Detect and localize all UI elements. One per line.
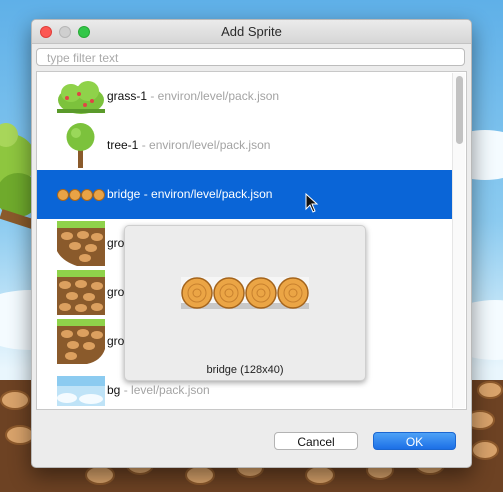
list-item[interactable]: tree-1 - environ/level/pack.json — [37, 121, 453, 170]
sprite-label: gro — [107, 285, 125, 299]
sky-background-sprite-icon — [57, 376, 105, 406]
filter-input[interactable]: type filter text — [36, 48, 465, 66]
ground-slope-sprite-icon — [57, 319, 105, 364]
list-scrollbar[interactable] — [452, 73, 465, 408]
sprite-label: tree-1 - environ/level/pack.json — [107, 138, 271, 152]
add-sprite-dialog: Add Sprite type filter text grass-1 - en… — [31, 19, 472, 468]
mouse-pointer-icon — [305, 193, 319, 213]
ground-sprite-icon — [57, 221, 105, 266]
sprite-label: bg - level/pack.json — [107, 383, 210, 397]
sprite-preview-popup: bridge (128x40) — [124, 225, 366, 381]
list-item-selected[interactable]: bridge - environ/level/pack.json — [37, 170, 453, 219]
bridge-sprite-icon — [57, 189, 105, 201]
sprite-label: gro — [107, 236, 125, 250]
title-bar: Add Sprite — [32, 20, 471, 44]
sprite-label: bridge - environ/level/pack.json — [107, 187, 273, 201]
ok-button[interactable]: OK — [373, 432, 456, 450]
list-item[interactable]: grass-1 - environ/level/pack.json — [37, 72, 453, 121]
bridge-preview-image — [181, 277, 309, 309]
preview-caption: bridge (128x40) — [206, 364, 284, 376]
scrollbar-thumb[interactable] — [456, 76, 463, 144]
tree-sprite-icon — [66, 123, 95, 168]
cancel-button[interactable]: Cancel — [274, 432, 358, 450]
window-title: Add Sprite — [221, 24, 282, 39]
sprite-label: grass-1 - environ/level/pack.json — [107, 89, 280, 103]
ground-sprite-icon — [57, 270, 105, 315]
bush-sprite-icon — [57, 81, 105, 114]
sprite-label: gro — [107, 334, 125, 348]
